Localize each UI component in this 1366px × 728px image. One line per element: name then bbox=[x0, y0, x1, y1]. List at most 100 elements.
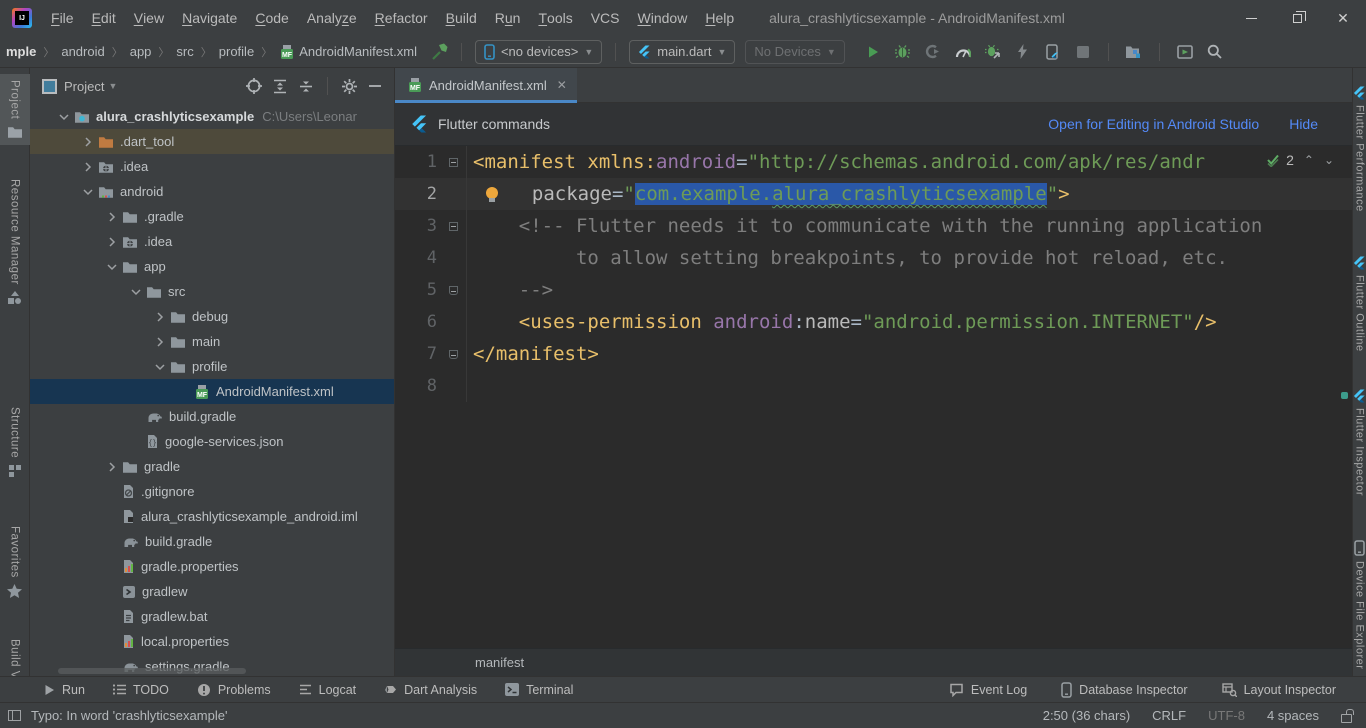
minimize-button[interactable] bbox=[1228, 0, 1274, 36]
chevron-right-icon[interactable] bbox=[102, 462, 122, 472]
crumb-android[interactable]: android bbox=[59, 44, 106, 59]
restore-button[interactable] bbox=[1274, 0, 1320, 36]
toolstrip-project[interactable]: Project bbox=[0, 74, 30, 145]
run-config-dropdown[interactable]: main.dart ▼ bbox=[629, 40, 735, 64]
toolstrip-flutter-performance[interactable]: Flutter Performance bbox=[1353, 78, 1366, 220]
toolwindow-todo[interactable]: TODO bbox=[113, 683, 169, 697]
menu-tools[interactable]: Tools bbox=[529, 0, 581, 36]
tree-item-debug[interactable]: debug bbox=[30, 304, 394, 329]
menu-navigate[interactable]: Navigate bbox=[173, 0, 246, 36]
chevron-right-icon[interactable] bbox=[78, 162, 98, 172]
toolstrip-flutter-outline[interactable]: Flutter Outline bbox=[1353, 248, 1366, 360]
tab-androidmanifest[interactable]: MF AndroidManifest.xml ✕ bbox=[395, 68, 577, 102]
code-line-1[interactable]: 1<manifest xmlns:android="http://schemas… bbox=[395, 146, 1352, 178]
fold-end-marker[interactable] bbox=[449, 350, 458, 359]
toolwindow-layout-inspector[interactable]: Layout Inspector bbox=[1222, 683, 1336, 697]
code-editor[interactable]: 1<manifest xmlns:android="http://schemas… bbox=[395, 146, 1352, 648]
crumb-profile[interactable]: profile bbox=[217, 44, 256, 59]
tree-item-gradle[interactable]: gradle bbox=[30, 454, 394, 479]
tree-item-alura_crashlyticsexample[interactable]: alura_crashlyticsexampleC:\Users\Leonar bbox=[30, 104, 394, 129]
bug-button[interactable] bbox=[890, 40, 916, 64]
toolstrip-flutter-inspector[interactable]: Flutter Inspector bbox=[1353, 381, 1366, 504]
toolstrip-resource-manager[interactable]: Resource Manager bbox=[7, 173, 23, 311]
chevron-down-icon[interactable] bbox=[126, 287, 146, 297]
crumb-file[interactable]: MFAndroidManifest.xml bbox=[277, 44, 419, 60]
indent-setting[interactable]: 4 spaces bbox=[1267, 708, 1319, 723]
breadcrumb-manifest[interactable]: manifest bbox=[475, 655, 524, 670]
close-tab-icon[interactable]: ✕ bbox=[557, 78, 567, 92]
window-run-button[interactable] bbox=[1172, 40, 1198, 64]
gear-button[interactable] bbox=[336, 74, 362, 98]
error-stripe-mark[interactable] bbox=[1341, 392, 1348, 399]
profiler-button[interactable] bbox=[920, 40, 946, 64]
chevron-right-icon[interactable] bbox=[150, 312, 170, 322]
toolwindow-terminal[interactable]: Terminal bbox=[505, 683, 573, 697]
collapse-all-button[interactable] bbox=[293, 74, 319, 98]
hide-banner-link[interactable]: Hide bbox=[1289, 116, 1318, 132]
file-encoding[interactable]: UTF-8 bbox=[1208, 708, 1245, 723]
project-panel-title[interactable]: Project bbox=[64, 79, 104, 94]
tree-item-main[interactable]: main bbox=[30, 329, 394, 354]
tree-item-gradlew[interactable]: gradlew bbox=[30, 579, 394, 604]
code-line-6[interactable]: 6 <uses-permission android:name="android… bbox=[395, 306, 1352, 338]
expand-all-button[interactable] bbox=[267, 74, 293, 98]
intention-bulb-icon[interactable] bbox=[485, 187, 500, 202]
code-line-4[interactable]: 4 to allow setting breakpoints, to provi… bbox=[395, 242, 1352, 274]
code-line-5[interactable]: 5 --> bbox=[395, 274, 1352, 306]
code-line-2[interactable]: 2 package="com.example.alura_crashlytics… bbox=[395, 178, 1352, 210]
tree-item-alura_crashlyticsexample_android.iml[interactable]: alura_crashlyticsexample_android.iml bbox=[30, 504, 394, 529]
menu-help[interactable]: Help bbox=[696, 0, 743, 36]
tree-item-build.gradle[interactable]: build.gradle bbox=[30, 529, 394, 554]
device-manager-button[interactable] bbox=[1121, 40, 1147, 64]
phone-flutter-button[interactable] bbox=[1040, 40, 1066, 64]
tree-item-.idea[interactable]: .idea bbox=[30, 154, 394, 179]
tree-item-.dart_tool[interactable]: .dart_tool bbox=[30, 129, 394, 154]
chevron-right-icon[interactable] bbox=[102, 212, 122, 222]
menu-analyze[interactable]: Analyze bbox=[298, 0, 366, 36]
tree-item-.gitignore[interactable]: .gitignore bbox=[30, 479, 394, 504]
toolwindow-dart-analysis[interactable]: Dart Analysis bbox=[384, 683, 477, 697]
menu-build[interactable]: Build bbox=[437, 0, 486, 36]
menu-refactor[interactable]: Refactor bbox=[366, 0, 437, 36]
menu-code[interactable]: Code bbox=[246, 0, 297, 36]
menu-window[interactable]: Window bbox=[629, 0, 697, 36]
fold-end-marker[interactable] bbox=[449, 286, 458, 295]
stop-button[interactable] bbox=[1070, 40, 1096, 64]
tree-item-local.properties[interactable]: local.properties bbox=[30, 629, 394, 654]
chevron-right-icon[interactable] bbox=[78, 137, 98, 147]
prev-problem-icon[interactable]: ⌃ bbox=[1304, 153, 1314, 167]
toolwindow-problems[interactable]: Problems bbox=[197, 683, 271, 697]
chevron-down-icon[interactable] bbox=[102, 262, 122, 272]
tree-item-.gradle[interactable]: .gradle bbox=[30, 204, 394, 229]
code-line-8[interactable]: 8 bbox=[395, 370, 1352, 402]
tree-item-.idea[interactable]: .idea bbox=[30, 229, 394, 254]
crumb-mple[interactable]: mple bbox=[4, 44, 38, 59]
tree-item-app[interactable]: app bbox=[30, 254, 394, 279]
gauge-button[interactable] bbox=[950, 40, 976, 64]
fold-marker[interactable] bbox=[449, 222, 458, 231]
chevron-down-icon[interactable]: ▼ bbox=[108, 81, 117, 91]
bug-attach-button[interactable] bbox=[980, 40, 1006, 64]
caret-position[interactable]: 2:50 (36 chars) bbox=[1043, 708, 1130, 723]
devices-status-dropdown[interactable]: No Devices ▼ bbox=[745, 40, 844, 64]
minus-button[interactable] bbox=[362, 74, 388, 98]
chevron-down-icon[interactable] bbox=[78, 187, 98, 197]
unlock-icon[interactable] bbox=[1341, 714, 1352, 723]
chevron-right-icon[interactable] bbox=[150, 337, 170, 347]
chevron-down-icon[interactable] bbox=[150, 362, 170, 372]
tree-item-google-services.json[interactable]: {}google-services.json bbox=[30, 429, 394, 454]
inspections-widget[interactable]: 2 ⌃ ⌄ bbox=[1262, 150, 1338, 170]
build-hammer-button[interactable] bbox=[427, 40, 453, 64]
line-separator[interactable]: CRLF bbox=[1152, 708, 1186, 723]
horizontal-scrollbar[interactable] bbox=[58, 668, 246, 674]
chevron-down-icon[interactable] bbox=[54, 112, 74, 122]
tree-item-profile[interactable]: profile bbox=[30, 354, 394, 379]
toolwindow-database-inspector[interactable]: Database Inspector bbox=[1061, 682, 1187, 698]
toolstrip-device-file-explorer[interactable]: Device File Explorer bbox=[1354, 532, 1366, 676]
toolwindow-logcat[interactable]: Logcat bbox=[299, 683, 357, 697]
device-selector-dropdown[interactable]: <no devices> ▼ bbox=[475, 40, 602, 64]
menu-edit[interactable]: Edit bbox=[83, 0, 125, 36]
toolwindow-toggle-icon[interactable] bbox=[8, 710, 21, 721]
menu-run[interactable]: Run bbox=[486, 0, 530, 36]
tree-item-gradlew.bat[interactable]: gradlew.bat bbox=[30, 604, 394, 629]
